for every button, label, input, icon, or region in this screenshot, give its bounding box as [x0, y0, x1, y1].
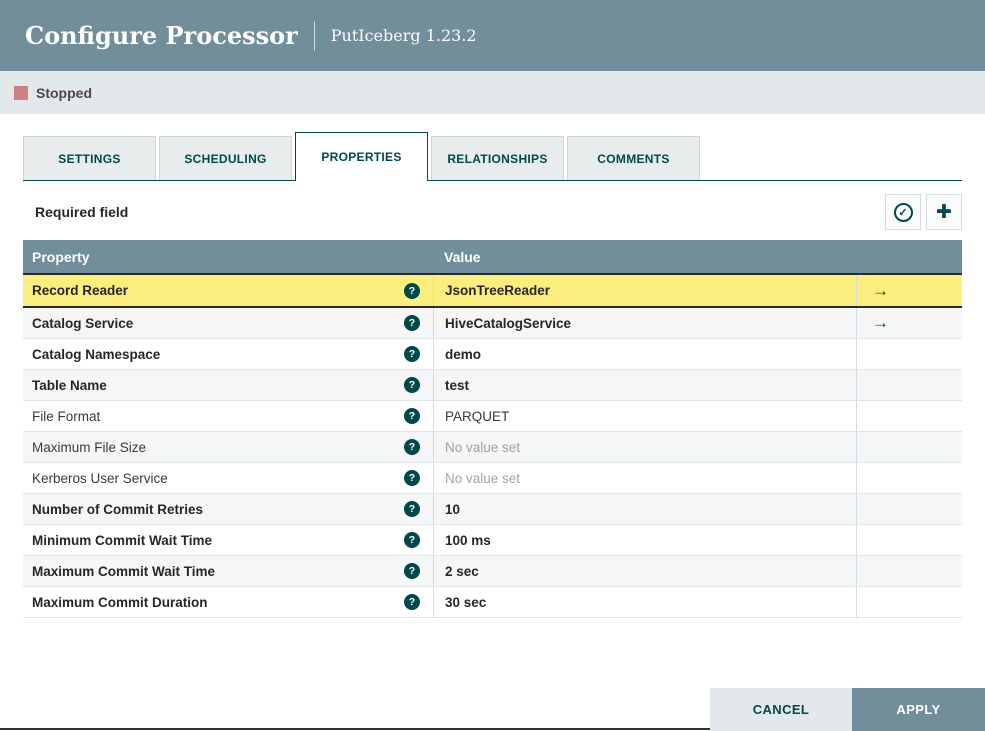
tab-settings[interactable]: SETTINGS	[23, 136, 156, 180]
apply-button[interactable]: APPLY	[852, 688, 985, 731]
property-name-cell: Minimum Commit Wait Time?	[23, 525, 433, 555]
table-row[interactable]: Maximum File Size? No value set	[23, 432, 962, 463]
goto-service-cell	[856, 432, 962, 462]
help-icon[interactable]: ?	[404, 501, 420, 517]
help-icon[interactable]: ?	[404, 408, 420, 424]
processor-type-version: PutIceberg 1.23.2	[330, 26, 477, 45]
property-name: File Format	[32, 408, 101, 424]
footer-buttons: CANCEL APPLY	[710, 688, 985, 731]
property-value-cell[interactable]: 100 ms	[433, 525, 856, 555]
property-name-cell: File Format?	[23, 401, 433, 431]
status-label: Stopped	[36, 84, 92, 101]
add-property-button[interactable]: ✚	[926, 194, 962, 230]
table-row[interactable]: File Format? PARQUET	[23, 401, 962, 432]
properties-table-body: Record Reader? JsonTreeReader → Catalog Ser…	[23, 273, 962, 618]
goto-service-cell	[856, 370, 962, 400]
title-separator	[313, 20, 315, 51]
goto-service-cell	[856, 401, 962, 431]
properties-table: Property Value Record Reader? JsonTreeRea…	[23, 240, 962, 618]
table-header-row: Property Value	[23, 240, 962, 273]
goto-service-cell	[856, 339, 962, 369]
property-value-cell[interactable]: 2 sec	[433, 556, 856, 586]
help-icon[interactable]: ?	[404, 532, 420, 548]
table-row[interactable]: Maximum Commit Duration? 30 sec	[23, 587, 962, 618]
table-row[interactable]: Table Name? test	[23, 370, 962, 401]
property-name: Number of Commit Retries	[32, 501, 204, 517]
table-row[interactable]: Minimum Commit Wait Time? 100 ms	[23, 525, 962, 556]
dialog-content: SETTINGS SCHEDULING PROPERTIES RELATIONSHIP…	[0, 132, 985, 618]
property-value-cell[interactable]: No value set	[433, 432, 856, 462]
table-row[interactable]: Maximum Commit Wait Time? 2 sec	[23, 556, 962, 587]
property-name: Catalog Namespace	[32, 346, 161, 362]
property-name: Table Name	[32, 377, 107, 393]
property-name-cell: Table Name?	[23, 370, 433, 400]
property-name: Maximum Commit Wait Time	[32, 563, 216, 579]
goto-service-cell	[856, 494, 962, 524]
property-value-cell[interactable]: PARQUET	[433, 401, 856, 431]
verify-properties-icon: ✓	[893, 202, 913, 222]
property-name-cell: Catalog Namespace?	[23, 339, 433, 369]
goto-service-cell	[856, 463, 962, 493]
goto-service-cell: →	[856, 308, 962, 338]
help-icon[interactable]: ?	[404, 439, 420, 455]
property-name: Minimum Commit Wait Time	[32, 532, 213, 548]
add-property-icon: ✚	[936, 201, 952, 223]
dialog-header: Configure Processor PutIceberg 1.23.2	[0, 0, 985, 71]
table-row[interactable]: Kerberos User Service? No value set	[23, 463, 962, 494]
property-name-cell: Number of Commit Retries?	[23, 494, 433, 524]
table-toolbar: Required field ✓ ✚	[23, 194, 962, 230]
table-row[interactable]: Catalog Service? HiveCatalogService →	[23, 308, 962, 339]
property-actions: ✓ ✚	[885, 194, 962, 230]
help-icon[interactable]: ?	[404, 377, 420, 393]
property-name-cell: Maximum File Size?	[23, 432, 433, 462]
help-icon[interactable]: ?	[404, 282, 420, 299]
goto-service-cell	[856, 525, 962, 555]
property-value-cell[interactable]: No value set	[433, 463, 856, 493]
property-name-cell: Record Reader?	[23, 275, 433, 306]
goto-arrow-icon[interactable]: →	[872, 313, 889, 333]
verify-properties-button[interactable]: ✓	[885, 194, 921, 230]
status-bar: Stopped	[0, 71, 985, 114]
help-icon[interactable]: ?	[404, 470, 420, 486]
property-name-cell: Maximum Commit Wait Time?	[23, 556, 433, 586]
tab-comments[interactable]: COMMENTS	[567, 136, 700, 180]
dialog-title: Configure Processor	[25, 21, 298, 50]
tab-relationships[interactable]: RELATIONSHIPS	[431, 136, 564, 180]
tab-scheduling[interactable]: SCHEDULING	[159, 136, 292, 180]
property-value-cell[interactable]: JsonTreeReader	[433, 275, 856, 306]
property-name-cell: Catalog Service?	[23, 308, 433, 338]
goto-service-cell	[856, 556, 962, 586]
property-value-cell[interactable]: demo	[433, 339, 856, 369]
table-row[interactable]: Catalog Namespace? demo	[23, 339, 962, 370]
help-icon[interactable]: ?	[404, 594, 420, 610]
table-row[interactable]: Number of Commit Retries? 10	[23, 494, 962, 525]
property-name-cell: Kerberos User Service?	[23, 463, 433, 493]
property-name: Catalog Service	[32, 315, 134, 331]
property-name: Maximum File Size	[32, 439, 147, 455]
help-icon[interactable]: ?	[404, 346, 420, 362]
column-header-value: Value	[444, 248, 481, 265]
help-icon[interactable]: ?	[404, 315, 420, 331]
configure-processor-dialog: Configure Processor PutIceberg 1.23.2 St…	[0, 0, 985, 731]
property-value-cell[interactable]: test	[433, 370, 856, 400]
goto-service-cell	[856, 587, 962, 617]
property-name: Record Reader	[32, 283, 129, 298]
property-name: Maximum Commit Duration	[32, 594, 208, 610]
cancel-button[interactable]: CANCEL	[710, 688, 852, 731]
table-row[interactable]: Record Reader? JsonTreeReader →	[23, 273, 962, 308]
property-value-cell[interactable]: HiveCatalogService	[433, 308, 856, 338]
goto-service-cell: →	[856, 275, 962, 306]
property-name-cell: Maximum Commit Duration?	[23, 587, 433, 617]
tab-properties[interactable]: PROPERTIES	[295, 132, 428, 181]
column-header-property: Property	[32, 248, 90, 265]
required-field-label: Required field	[35, 204, 129, 220]
property-value-cell[interactable]: 30 sec	[433, 587, 856, 617]
stopped-square-icon	[14, 85, 28, 100]
property-name: Kerberos User Service	[32, 470, 168, 486]
property-value-cell[interactable]: 10	[433, 494, 856, 524]
tab-bar: SETTINGS SCHEDULING PROPERTIES RELATIONSHIP…	[23, 132, 962, 181]
goto-arrow-icon[interactable]: →	[872, 281, 889, 301]
help-icon[interactable]: ?	[404, 563, 420, 579]
